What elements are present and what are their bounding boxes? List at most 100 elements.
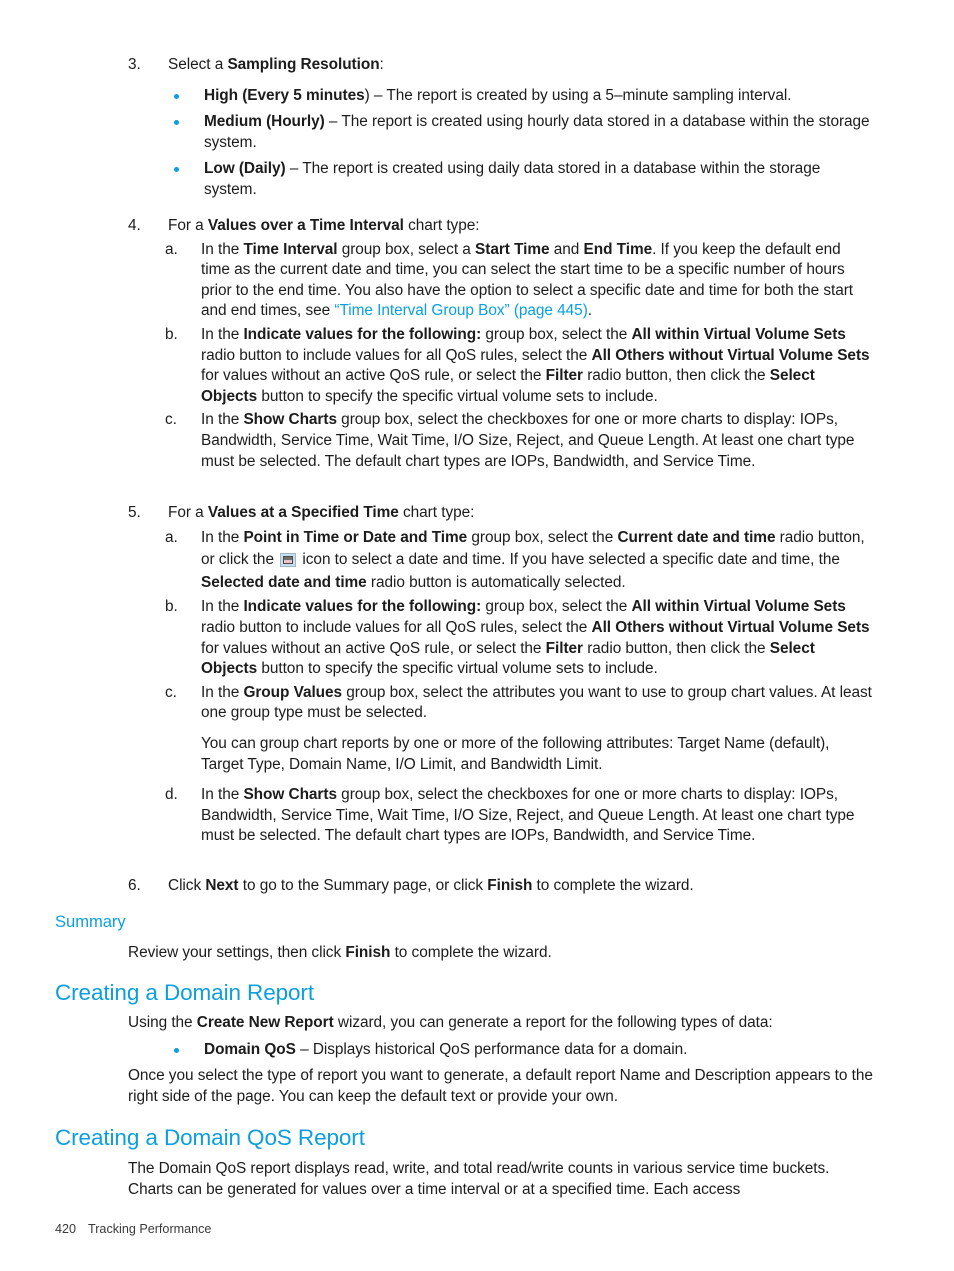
- substep-4c-text: In the Show Charts group box, select the…: [201, 411, 854, 469]
- t: Indicate values for the following:: [243, 598, 482, 616]
- list-item: Domain QoS – Displays historical QoS per…: [168, 1040, 873, 1061]
- substep-4b: b. In the Indicate values for the follow…: [165, 325, 873, 407]
- t: group box, select the: [467, 528, 618, 546]
- substep-4c-marker: c.: [165, 411, 177, 429]
- list-item: High (Every 5 minutes) – The report is c…: [168, 86, 873, 107]
- step-3-lead-bold: Sampling Resolution: [227, 56, 380, 73]
- step-6-lead: 6. Click Next to go to the Summary page,…: [128, 876, 873, 897]
- t: In the: [201, 786, 244, 804]
- step-3-lead-pre: Select a: [168, 56, 228, 73]
- bullet-body: ) – The report is created by using a 5–m…: [364, 86, 792, 104]
- t: Filter: [545, 639, 583, 657]
- t: button to specify the specific virtual v…: [257, 387, 658, 405]
- bullet-text: High (Every 5 minutes) – The report is c…: [204, 87, 791, 104]
- t: All within Virtual Volume Sets: [631, 325, 846, 343]
- t: button to specify the specific virtual v…: [257, 660, 658, 678]
- calendar-icon[interactable]: [280, 553, 297, 568]
- bullet-body: – Displays historical QoS performance da…: [295, 1040, 688, 1058]
- step-5-number: 5.: [128, 504, 141, 521]
- t: radio button to include values for all Q…: [201, 346, 592, 364]
- t: In the: [201, 411, 244, 429]
- t: for values without an active QoS rule, o…: [201, 367, 546, 385]
- step-3-lead-post: :: [379, 56, 384, 73]
- step-4-lead: 4. For a Values over a Time Interval cha…: [128, 216, 873, 237]
- substep-5c-paragraph-2: You can group chart reports by one or mo…: [201, 734, 830, 773]
- step-3-lead: 3. Select a Sampling Resolution:: [128, 55, 873, 76]
- t: Group Values: [243, 683, 343, 701]
- t: For a: [168, 504, 208, 521]
- substep-4c: c. In the Show Charts group box, select …: [165, 410, 873, 472]
- domain-report-closing: Once you select the type of report you w…: [128, 1067, 873, 1105]
- step-5-text: For a Values at a Specified Time chart t…: [168, 504, 474, 521]
- t: Using the: [128, 1014, 197, 1031]
- step-4-lead-post: chart type:: [403, 217, 480, 234]
- t: .: [587, 302, 593, 320]
- step-3-text: Select a Sampling Resolution:: [168, 56, 384, 73]
- substep-4a: a. In the Time Interval group box, selec…: [165, 240, 873, 322]
- t: to complete the wizard.: [390, 944, 552, 961]
- t: Values at a Specified Time: [207, 504, 399, 521]
- t: to go to the Summary page, or click: [238, 877, 488, 894]
- t: group box, select the: [481, 325, 632, 343]
- t: Start Time: [475, 240, 550, 258]
- substep-5c-marker: c.: [165, 683, 177, 701]
- t: Current date and time: [617, 528, 776, 546]
- bullet-icon: [174, 167, 179, 173]
- t: group box, select a: [337, 240, 476, 258]
- bullet-bold: Domain QoS: [204, 1040, 296, 1058]
- t: Review your settings, then click: [128, 944, 346, 961]
- bullet-body: – The report is created using daily data…: [204, 160, 821, 198]
- substep-4b-text: In the Indicate values for the following…: [201, 326, 870, 405]
- step-4-number: 4.: [128, 217, 141, 234]
- t: Show Charts: [243, 411, 337, 429]
- t: for values without an active QoS rule, o…: [201, 639, 546, 657]
- substep-5b: b. In the Indicate values for the follow…: [165, 597, 873, 679]
- bullet-bold: Medium (Hourly): [204, 113, 325, 131]
- t: Time Interval: [243, 240, 338, 258]
- t: Finish: [487, 877, 533, 894]
- t: Next: [205, 877, 239, 894]
- step-4-lead-bold: Values over a Time Interval: [207, 217, 404, 234]
- t: radio button is automatically selected.: [366, 573, 626, 591]
- step-4-lead-pre: For a: [168, 217, 208, 234]
- t: Indicate values for the following:: [243, 325, 482, 343]
- t: radio button to include values for all Q…: [201, 618, 592, 636]
- t: Show Charts: [243, 786, 337, 804]
- substep-5a: a. In the Point in Time or Date and Time…: [165, 527, 873, 595]
- t: Create New Report: [196, 1014, 334, 1031]
- t: In the: [201, 528, 244, 546]
- t: chart type:: [398, 504, 475, 521]
- page-footer: 420 Tracking Performance: [55, 1222, 211, 1236]
- bullet-icon: [174, 120, 179, 126]
- t: wizard, you can generate a report for th…: [333, 1014, 773, 1031]
- t: In the: [201, 325, 244, 343]
- t: Selected date and time: [201, 573, 367, 591]
- t: and: [549, 240, 584, 258]
- domain-report-intro: Using the Create New Report wizard, you …: [128, 1013, 873, 1034]
- bullet-text: Domain QoS – Displays historical QoS per…: [204, 1041, 687, 1058]
- bullet-bold: High (Every 5 minutes: [204, 86, 365, 104]
- document-page: 3. Select a Sampling Resolution: High (E…: [0, 0, 954, 1271]
- substep-4b-marker: b.: [165, 325, 178, 343]
- substep-4a-text: In the Time Interval group box, select a…: [201, 241, 853, 320]
- list-item: Low (Daily) – The report is created usin…: [168, 159, 873, 200]
- substep-4a-marker: a.: [165, 240, 178, 258]
- domain-qos-report-body: The Domain QoS report displays read, wri…: [128, 1160, 830, 1198]
- bullet-text: Low (Daily) – The report is created usin…: [204, 160, 820, 198]
- cross-reference-link[interactable]: “Time Interval Group Box” (page 445): [334, 302, 587, 319]
- t: End Time: [583, 240, 653, 258]
- t: Filter: [545, 367, 583, 385]
- step-5-lead: 5. For a Values at a Specified Time char…: [128, 503, 873, 524]
- t: to complete the wizard.: [532, 877, 694, 894]
- step-6-number: 6.: [128, 877, 141, 894]
- substep-5a-marker: a.: [165, 528, 178, 546]
- substep-5b-text: In the Indicate values for the following…: [201, 598, 870, 677]
- summary-body: Review your settings, then click Finish …: [128, 943, 873, 964]
- footer-page-number: 420: [55, 1222, 77, 1236]
- numbered-step-3: 3. Select a Sampling Resolution: High (E…: [128, 55, 873, 201]
- t: In the: [201, 683, 244, 701]
- step-4-text: For a Values over a Time Interval chart …: [168, 217, 480, 234]
- t: In the: [201, 240, 244, 258]
- substep-5d: d. In the Show Charts group box, select …: [165, 785, 873, 847]
- step-3-number: 3.: [128, 56, 141, 73]
